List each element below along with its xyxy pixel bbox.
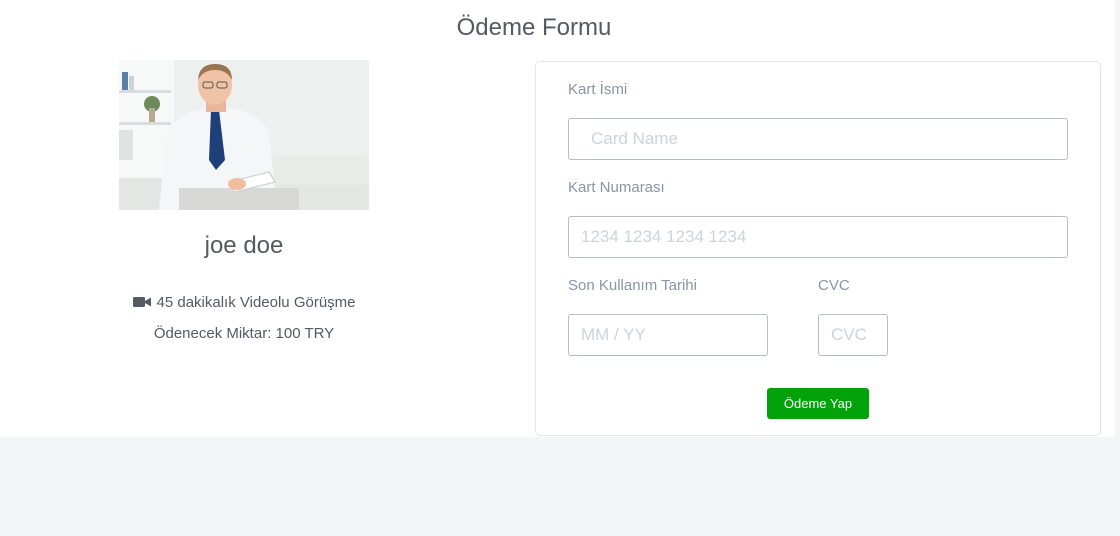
card-number-label: Kart Numarası <box>568 179 665 196</box>
expiry-label: Son Kullanım Tarihi <box>568 277 697 294</box>
amount-text: Ödenecek Miktar: 100 TRY <box>153 325 335 342</box>
session-text: 45 dakikalık Videolu Görüşme <box>156 294 356 311</box>
card-number-input[interactable] <box>568 216 1068 258</box>
cvc-label: CVC <box>818 277 850 294</box>
page-title: Ödeme Formu <box>456 14 612 41</box>
payment-form: Kart İsmi Kart Numarası Son Kullanım Tar… <box>535 61 1101 436</box>
profile-photo <box>119 60 369 210</box>
card-name-input[interactable] <box>568 118 1068 160</box>
session-info: 45 dakikalık Videolu Görüşme <box>119 294 369 312</box>
expiry-input[interactable] <box>568 314 768 356</box>
person-name: joe doe <box>204 232 284 259</box>
video-camera-icon <box>132 295 151 312</box>
pay-button[interactable]: Ödeme Yap <box>767 388 869 419</box>
card-name-label: Kart İsmi <box>568 81 628 98</box>
cvc-input[interactable] <box>818 314 888 356</box>
